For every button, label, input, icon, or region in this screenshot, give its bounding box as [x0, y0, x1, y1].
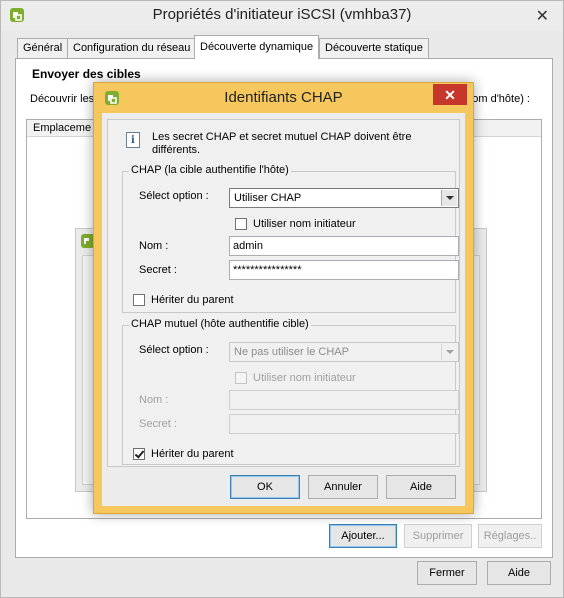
chap-select-option-value: Utiliser CHAP: [234, 192, 302, 204]
mutual-use-initiator-name-checkbox[interactable]: [235, 372, 247, 384]
help-button[interactable]: Aide: [487, 561, 551, 585]
chap-groupbox: CHAP (la cible authentifie l'hôte) Sélec…: [122, 164, 459, 313]
window-close-icon[interactable]: ✕: [536, 6, 549, 26]
chap-settings-frame: i Les secret CHAP et secret mutuel CHAP …: [107, 119, 460, 467]
mutual-inherit-parent-label: Hériter du parent: [151, 448, 234, 460]
chap-select-option-label: Sélect option :: [139, 190, 209, 202]
send-targets-heading: Envoyer des cibles: [32, 67, 141, 81]
chap-dialog-close-icon[interactable]: ✕: [433, 84, 467, 105]
chap-dialog-titlebar: Identifiants CHAP ✕: [94, 83, 473, 113]
add-target-button[interactable]: Ajouter...: [329, 524, 397, 548]
mutual-name-label: Nom :: [139, 394, 169, 406]
chap-groupbox-legend: CHAP (la cible authentifie l'hôte): [129, 164, 291, 176]
mutual-secret-input[interactable]: [229, 414, 459, 434]
chap-dialog-body: i Les secret CHAP et secret mutuel CHAP …: [102, 113, 465, 506]
information-icon: i: [126, 132, 140, 148]
chap-secret-input[interactable]: [229, 260, 459, 280]
chevron-down-icon[interactable]: [441, 190, 457, 206]
chap-use-initiator-name-label: Utiliser nom initiateur: [253, 218, 356, 230]
chap-use-initiator-name-checkbox[interactable]: [235, 218, 247, 230]
chap-dialog-title: Identifiants CHAP: [224, 89, 343, 106]
mutual-name-input[interactable]: [229, 390, 459, 410]
chap-inherit-parent-checkbox[interactable]: [133, 294, 145, 306]
mutual-inherit-parent-checkbox[interactable]: [133, 448, 145, 460]
mutual-chap-groupbox-legend: CHAP mutuel (hôte authentifie cible): [129, 318, 311, 330]
mutual-secret-label: Secret :: [139, 418, 177, 430]
chap-info-message: Les secret CHAP et secret mutuel CHAP do…: [152, 131, 412, 156]
discover-description-start: Découvrir les: [30, 93, 95, 105]
chap-name-label: Nom :: [139, 240, 169, 252]
mutual-select-option-value: Ne pas utiliser le CHAP: [234, 346, 349, 358]
tab-dynamic-discovery[interactable]: Découverte dynamique: [194, 35, 320, 59]
remove-target-button[interactable]: Supprimer: [404, 524, 472, 548]
mutual-use-initiator-name-label: Utiliser nom initiateur: [253, 372, 356, 384]
chevron-down-icon[interactable]: [441, 344, 457, 360]
tab-general[interactable]: Général: [17, 38, 69, 58]
chap-help-button[interactable]: Aide: [386, 475, 456, 499]
tab-static-discovery[interactable]: Découverte statique: [319, 38, 429, 58]
cancel-button[interactable]: Annuler: [308, 475, 378, 499]
chap-select-option-dropdown[interactable]: Utiliser CHAP: [229, 188, 459, 208]
tab-network-configuration[interactable]: Configuration du réseau: [67, 38, 197, 58]
settings-button[interactable]: Réglages..: [478, 524, 542, 548]
chap-secret-label: Secret :: [139, 264, 177, 276]
chap-name-input[interactable]: [229, 236, 459, 256]
mutual-select-option-dropdown[interactable]: Ne pas utiliser le CHAP: [229, 342, 459, 362]
chap-credentials-dialog: Identifiants CHAP ✕ i Les secret CHAP et…: [93, 82, 474, 514]
mutual-select-option-label: Sélect option :: [139, 344, 209, 356]
window-title: Propriétés d'initiateur iSCSI (vmhba37): [152, 6, 412, 23]
chap-inherit-parent-label: Hériter du parent: [151, 294, 234, 306]
close-button[interactable]: Fermer: [417, 561, 477, 585]
mutual-chap-groupbox: CHAP mutuel (hôte authentifie cible) Sél…: [122, 318, 459, 465]
window-titlebar: Propriétés d'initiateur iSCSI (vmhba37) …: [1, 1, 563, 31]
ok-button[interactable]: OK: [230, 475, 300, 499]
discover-description-end: om d'hôte) :: [472, 93, 530, 105]
